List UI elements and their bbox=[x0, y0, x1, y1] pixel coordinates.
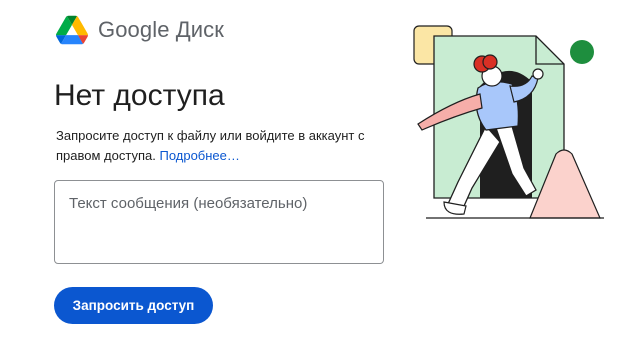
access-description: Запросите доступ к файлу или войдите в а… bbox=[56, 126, 386, 166]
request-access-button[interactable]: Запросить доступ bbox=[54, 287, 213, 324]
brand-name: Google Диск bbox=[98, 17, 224, 42]
request-message-input[interactable] bbox=[54, 180, 384, 264]
google-drive-logo-icon bbox=[56, 15, 88, 45]
illustration-circle bbox=[570, 40, 594, 64]
access-denied-page: Google Диск Нет доступа Запросите доступ… bbox=[0, 0, 640, 349]
brand-header: Google Диск bbox=[56, 14, 224, 46]
locked-out-person-illustration-icon bbox=[413, 25, 604, 219]
page-title: Нет доступа bbox=[54, 79, 225, 112]
learn-more-link[interactable]: Подробнее… bbox=[159, 148, 239, 163]
